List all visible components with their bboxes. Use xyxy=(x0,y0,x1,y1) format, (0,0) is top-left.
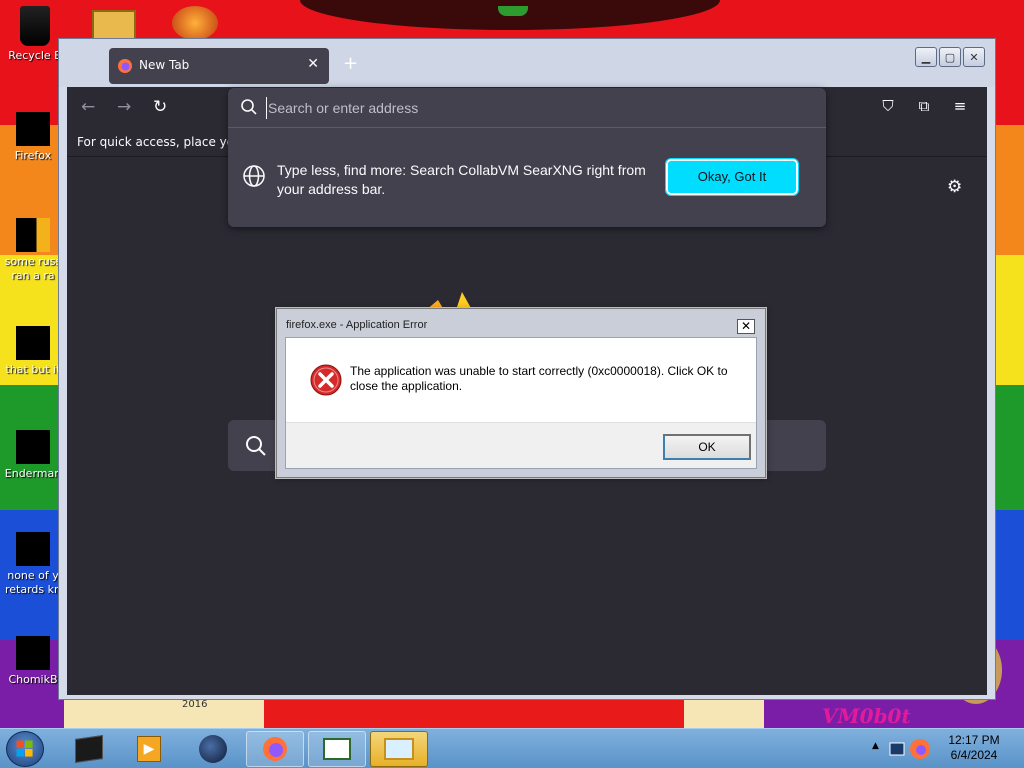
taskbar-app-media-player[interactable]: ▶ xyxy=(120,731,178,767)
desktop-icon-file[interactable]: some russ ran a ra xyxy=(2,218,64,283)
desktop-icon-label: some russ ran a ra xyxy=(4,255,62,282)
window-controls: ▁ ▢ ✕ xyxy=(915,47,985,67)
wallpaper-text: VM0b0t xyxy=(822,704,911,728)
reload-icon[interactable]: ↻ xyxy=(153,97,167,117)
media-player-icon: ▶ xyxy=(137,736,161,762)
pocket-icon[interactable]: ⛉ xyxy=(879,97,897,115)
new-tab-plus-icon[interactable]: + xyxy=(343,53,358,74)
close-tab-icon[interactable]: ✕ xyxy=(307,56,319,72)
tab-title: New Tab xyxy=(139,58,190,72)
clock-time: 12:17 PM xyxy=(948,733,1000,747)
desktop-icon-label: Enderman xyxy=(4,467,62,480)
file-icon xyxy=(16,218,50,252)
file-icon xyxy=(16,430,50,464)
taskbar-app-firefox[interactable] xyxy=(246,731,304,767)
clock[interactable]: 12:17 PM 6/4/2024 xyxy=(938,733,1010,763)
desktop-icon-file[interactable]: none of y retards kn xyxy=(2,532,64,597)
firefox-icon xyxy=(16,112,50,146)
taskbar-app-terminal[interactable] xyxy=(60,731,118,767)
taskbar-app-globe[interactable] xyxy=(184,731,242,767)
desktop-icon-file[interactable]: that but it xyxy=(2,326,64,377)
terminal-icon xyxy=(75,735,103,763)
taskbar: ▶ ▲ 12:17 PM 6/4/2024 xyxy=(0,728,1024,768)
desktop-icon-recycle-bin[interactable]: Recycle B xyxy=(4,6,66,63)
window-titlebar[interactable]: New Tab ✕ + ▁ ▢ ✕ xyxy=(59,39,995,87)
desktop-icon-label: none of y retards kn xyxy=(5,569,61,596)
toolbar-icons: ⛉ ⧉ ≡ xyxy=(879,97,969,115)
ok-button[interactable]: OK xyxy=(663,434,751,460)
desktop-icon-enderman[interactable]: Enderman xyxy=(2,430,64,481)
application-error-dialog: firefox.exe - Application Error ✕ The ap… xyxy=(276,308,766,478)
dialog-message: The application was unable to start corr… xyxy=(350,364,728,393)
clock-date: 6/4/2024 xyxy=(950,748,998,762)
search-icon xyxy=(241,99,257,115)
window-app-icon xyxy=(323,738,351,760)
wallpaper-shape xyxy=(264,700,684,728)
desktop-icon-label: Recycle B xyxy=(8,49,62,62)
okay-got-it-button[interactable]: Okay, Got It xyxy=(665,158,799,196)
tray-icons[interactable] xyxy=(886,733,936,765)
folder-icon xyxy=(384,738,414,760)
desktop-icon-chomik[interactable]: ChomikB xyxy=(2,636,64,687)
desktop-icon-label: that but it xyxy=(5,363,61,376)
address-input[interactable] xyxy=(266,97,806,119)
wallpaper-year: 2016 xyxy=(182,699,208,710)
globe-icon xyxy=(243,165,265,187)
search-tip-text: Type less, find more: Search CollabVM Se… xyxy=(277,162,646,197)
menu-hamburger-icon[interactable]: ≡ xyxy=(951,97,969,115)
taskbar-app-explorer[interactable] xyxy=(370,731,428,767)
desktop-icon-firefox[interactable]: Firefox xyxy=(2,112,64,163)
show-hidden-icons-icon[interactable]: ▲ xyxy=(872,741,879,751)
wallpaper-shape xyxy=(498,6,528,16)
settings-gear-icon[interactable]: ⚙ xyxy=(947,177,962,197)
file-icon xyxy=(16,326,50,360)
dialog-body: The application was unable to start corr… xyxy=(285,337,757,469)
minimize-button[interactable]: ▁ xyxy=(915,47,937,67)
file-icon xyxy=(16,532,50,566)
tab-new-tab[interactable]: New Tab ✕ xyxy=(109,48,329,84)
extensions-icon[interactable]: ⧉ xyxy=(915,97,933,115)
address-bar-panel: Type less, find more: Search CollabVM Se… xyxy=(228,88,826,227)
desktop-icon-label: Firefox xyxy=(14,149,52,162)
file-icon xyxy=(16,636,50,670)
address-bar[interactable] xyxy=(228,88,826,128)
maximize-button[interactable]: ▢ xyxy=(939,47,961,67)
back-arrow-icon[interactable]: ← xyxy=(81,97,95,117)
start-button[interactable] xyxy=(6,731,44,767)
forward-arrow-icon[interactable]: → xyxy=(117,97,131,117)
search-icon xyxy=(246,436,266,456)
error-icon xyxy=(310,364,342,396)
recycle-bin-icon xyxy=(20,6,50,46)
dialog-close-button[interactable]: ✕ xyxy=(737,319,755,334)
firefox-logo-icon xyxy=(426,292,472,310)
desktop-icon-label: ChomikB xyxy=(8,673,58,686)
app-icon[interactable] xyxy=(172,6,218,40)
dialog-title: firefox.exe - Application Error xyxy=(286,319,428,331)
firefox-icon xyxy=(263,737,287,761)
dialog-frame[interactable]: firefox.exe - Application Error ✕ The ap… xyxy=(277,309,765,477)
windows-logo-icon xyxy=(16,740,33,757)
dialog-button-area: OK xyxy=(286,422,756,468)
firefox-icon xyxy=(118,59,132,73)
globe-app-icon xyxy=(199,735,227,763)
taskbar-app-window[interactable] xyxy=(308,731,366,767)
system-tray: ▲ 12:17 PM 6/4/2024 xyxy=(866,729,1024,768)
close-window-button[interactable]: ✕ xyxy=(963,47,985,67)
